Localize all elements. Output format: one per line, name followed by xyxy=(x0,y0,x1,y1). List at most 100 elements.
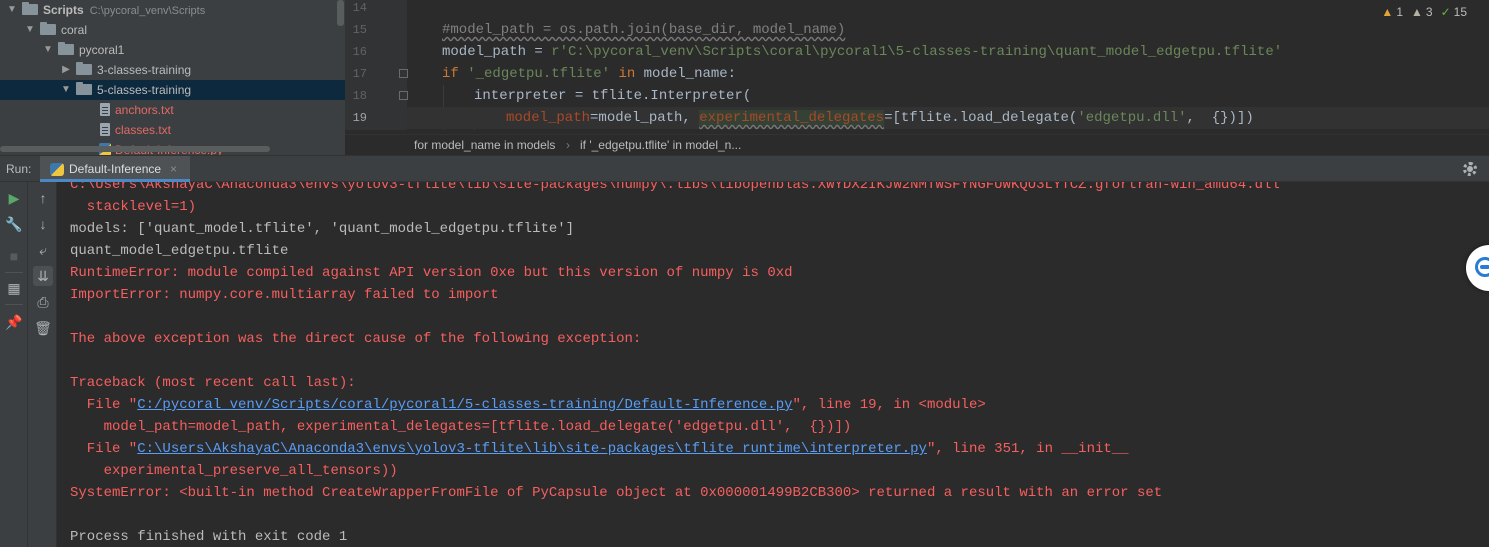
code-string: 'edgetpu.dll' xyxy=(1077,110,1187,126)
code-line-15[interactable]: #model_path = os.path.join(base_dir, mod… xyxy=(407,19,1489,41)
breadcrumb-separator-icon: › xyxy=(566,138,570,152)
console-line: SystemError: <built-in method CreateWrap… xyxy=(70,485,1163,501)
code-text: =[tflite.load_delegate( xyxy=(884,110,1078,126)
trash-icon[interactable]: 🗑 xyxy=(33,318,53,338)
console-line: Process finished with exit code 1 xyxy=(70,529,348,545)
print-icon[interactable]: ⎙ xyxy=(33,292,53,312)
run-tool-window-header: Run: Default-Inference × xyxy=(0,155,1489,182)
run-toolbar: ▶ 🔧 ■ ▦ 📌 xyxy=(0,182,28,547)
code-keyword: in xyxy=(610,66,644,82)
tab-default-inference[interactable]: Default-Inference × xyxy=(40,156,190,182)
settings-wrench-icon[interactable]: 🔧 xyxy=(4,214,24,234)
code-keyword: if xyxy=(442,66,468,82)
vertical-scrollbar[interactable] xyxy=(337,0,344,26)
code-param: model_path xyxy=(506,110,591,126)
console-output[interactable]: C:\Users\AkshayaC\Anaconda3\envs\yolov3-… xyxy=(57,182,1489,547)
chevron-down-icon[interactable]: ▼ xyxy=(42,40,54,60)
tab-label: Default-Inference xyxy=(69,162,162,176)
file-link[interactable]: C:\Users\AkshayaC\Anaconda3\envs\yolov3-… xyxy=(137,441,927,457)
gear-icon[interactable] xyxy=(1463,162,1477,176)
console-line[interactable]: File "C:/pycoral_venv/Scripts/coral/pyco… xyxy=(70,394,986,416)
scroll-down-icon[interactable]: ↓ xyxy=(33,214,53,234)
console-line[interactable]: File "C:\Users\AkshayaC\Anaconda3\envs\y… xyxy=(70,438,1129,460)
weak-warning-count: 3 xyxy=(1425,5,1433,19)
code-text: =model_path, xyxy=(590,110,700,126)
scroll-up-icon[interactable]: ↑ xyxy=(33,188,53,208)
rerun-icon[interactable]: ▶ xyxy=(4,188,24,208)
line-number: 15 xyxy=(352,23,367,37)
tree-item-label: anchors.txt xyxy=(115,103,174,117)
breadcrumb-item[interactable]: if '_edgetpu.tflite' in model_n... xyxy=(580,135,741,155)
code-line-16[interactable]: model_path = r'C:\pycoral_venv\Scripts\c… xyxy=(407,41,1489,63)
pin-icon[interactable]: 📌 xyxy=(4,312,24,332)
console-line: stacklevel=1) xyxy=(70,199,197,215)
toolbar-divider xyxy=(5,272,23,273)
code-editor[interactable]: 14 15 16 17 18 19 #model_path = os.path.… xyxy=(345,0,1489,155)
console-line: ImportError: numpy.core.multiarray faile… xyxy=(70,287,499,303)
code-text: , {})]) xyxy=(1186,110,1254,126)
code-text: model_name: xyxy=(643,66,737,82)
code-comment: #model_path = os.path.join(base_dir, mod… xyxy=(442,22,846,38)
tree-item-coral[interactable]: ▼ coral xyxy=(0,20,345,40)
folder-icon xyxy=(58,42,74,55)
code-line-18[interactable]: interpreter = tflite.Interpreter( xyxy=(407,85,1489,107)
horizontal-scrollbar[interactable] xyxy=(0,146,270,152)
folder-icon xyxy=(76,62,92,75)
tree-item-pycoral1[interactable]: ▼ pycoral1 xyxy=(0,40,345,60)
project-tree: ▼ Scripts C:\pycoral_venv\Scripts ▼ coral… xyxy=(0,0,345,155)
layout-icon[interactable]: ▦ xyxy=(4,278,24,298)
tree-item-classes-txt[interactable]: classes.txt xyxy=(0,120,345,140)
console-line: experimental_preserve_all_tensors)) xyxy=(70,463,398,479)
stop-icon[interactable]: ■ xyxy=(4,246,24,266)
soft-wrap-icon[interactable]: ⤶ xyxy=(33,240,53,260)
warning-count: 1 xyxy=(1396,5,1403,19)
console-line: C:\Users\AkshayaC\Anaconda3\envs\yolov3-… xyxy=(70,182,1280,193)
code-param: experimental_delegates xyxy=(699,110,885,126)
weak-warning-icon: ▲ xyxy=(1411,5,1423,19)
tree-item-path: C:\pycoral_venv\Scripts xyxy=(89,5,206,17)
code-string: r'C:\pycoral_venv\Scripts\coral\pycoral1… xyxy=(551,44,1283,60)
inspection-widget[interactable]: ▲ 1 ▲ 3 ✓ 15 xyxy=(1381,4,1467,20)
warning-icon: ▲ xyxy=(1381,5,1394,19)
folder-icon xyxy=(22,2,38,15)
code-line-17[interactable]: if '_edgetpu.tflite' in model_name: xyxy=(407,63,1489,85)
tree-item-3-classes-training[interactable]: ▶ 3-classes-training xyxy=(0,60,345,80)
line-number: 18 xyxy=(352,89,367,103)
chevron-down-icon[interactable]: ▼ xyxy=(6,0,18,20)
folder-icon xyxy=(40,22,56,35)
console-text: File " xyxy=(70,441,138,457)
tree-item-label: classes.txt xyxy=(115,123,172,137)
chevron-down-icon[interactable]: ▼ xyxy=(60,80,72,100)
console-toolbar: ↑ ↓ ⤶ ⇊ ⎙ 🗑 xyxy=(28,182,57,547)
console-line: model_path=model_path, experimental_dele… xyxy=(70,419,852,435)
console-text: ", line 19, in <module> xyxy=(792,397,986,413)
code-string: '_edgetpu.tflite' xyxy=(467,66,611,82)
check-icon: ✓ xyxy=(1440,5,1451,19)
console-text: File " xyxy=(70,397,138,413)
line-number: 16 xyxy=(352,45,367,59)
tree-item-anchors-txt[interactable]: anchors.txt xyxy=(0,100,345,120)
line-number: 17 xyxy=(352,67,367,81)
code-text: model_path = xyxy=(442,44,552,60)
line-number: 14 xyxy=(352,1,367,15)
file-link[interactable]: C:/pycoral_venv/Scripts/coral/pycoral1/5… xyxy=(137,397,792,413)
editor-gutter: 14 15 16 17 18 19 xyxy=(345,0,408,130)
code-line-19[interactable]: model_path=model_path, experimental_dele… xyxy=(407,107,1489,129)
python-icon xyxy=(50,163,64,176)
console-line: quant_model_edgetpu.tflite xyxy=(70,243,289,259)
tree-item-scripts[interactable]: ▼ Scripts C:\pycoral_venv\Scripts xyxy=(0,0,345,20)
scroll-to-end-icon[interactable]: ⇊ xyxy=(33,266,53,286)
chevron-right-icon[interactable]: ▶ xyxy=(60,60,72,80)
breadcrumb: for model_name in models › if '_edgetpu.… xyxy=(345,134,1489,155)
tree-item-label: coral xyxy=(61,23,88,37)
code-text: interpreter = tflite.Interpreter( xyxy=(474,88,752,104)
chevron-down-icon[interactable]: ▼ xyxy=(24,20,36,40)
close-icon[interactable]: × xyxy=(170,156,177,182)
tree-item-5-classes-training[interactable]: ▼ 5-classes-training xyxy=(0,80,345,100)
breadcrumb-item[interactable]: for model_name in models xyxy=(414,135,555,155)
console-text: ", line 351, in __init__ xyxy=(926,441,1129,457)
console-line: The above exception was the direct cause… xyxy=(70,331,642,347)
console-line: RuntimeError: module compiled against AP… xyxy=(70,265,793,281)
ok-count: 15 xyxy=(1453,5,1467,19)
folder-icon xyxy=(76,82,92,95)
